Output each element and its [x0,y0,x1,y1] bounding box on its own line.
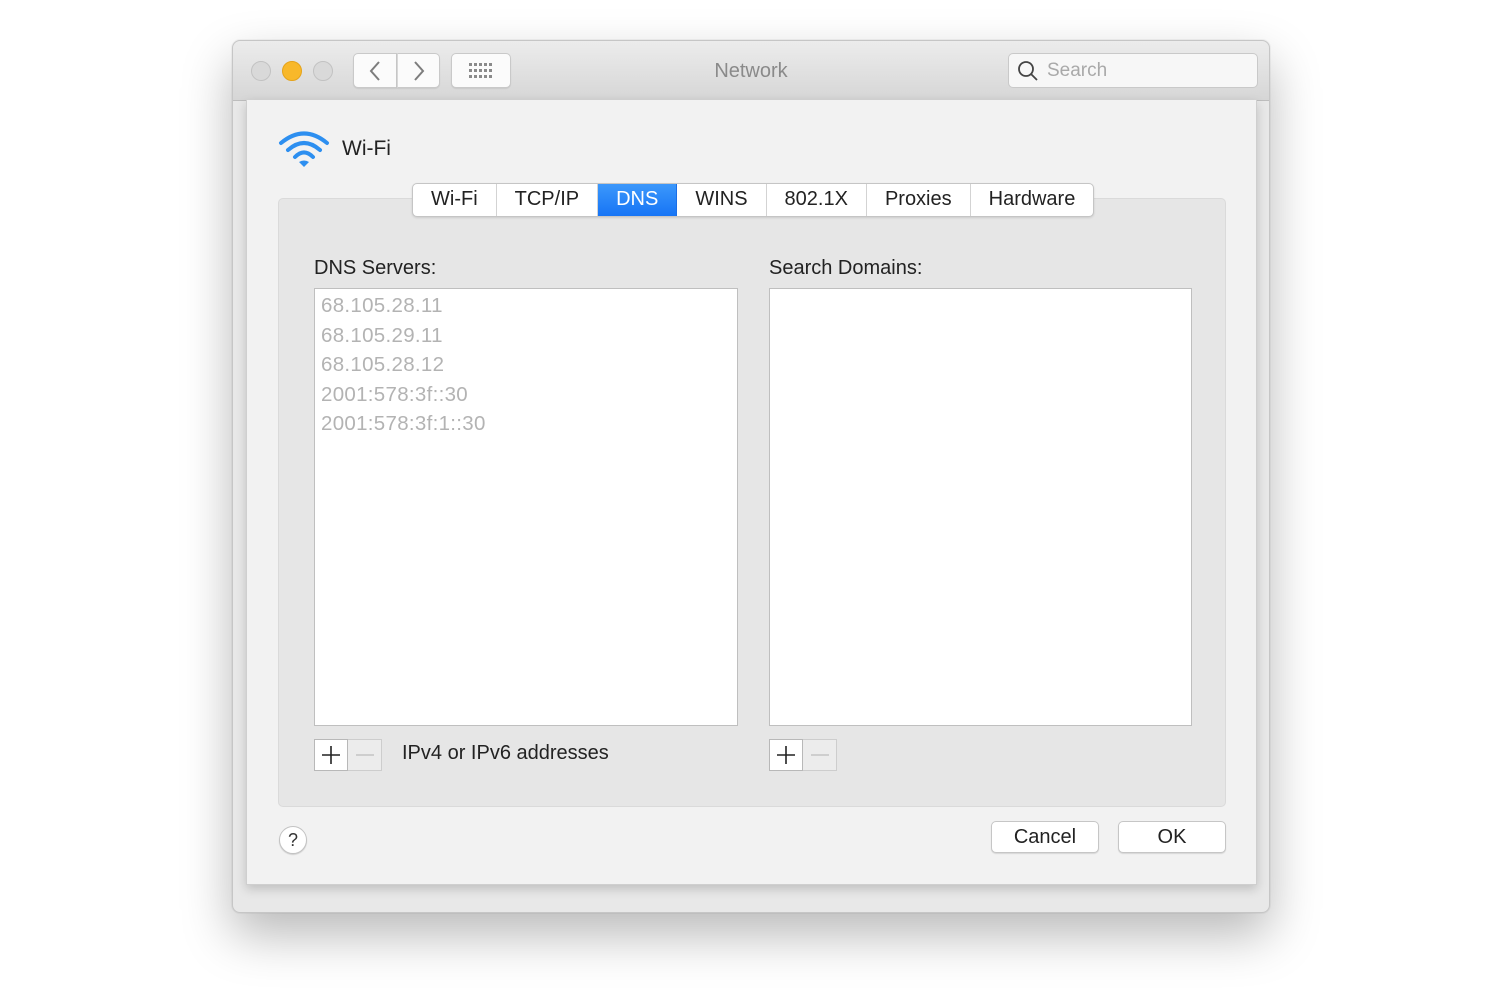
help-icon: ? [287,829,298,850]
plus-icon [322,746,340,764]
list-item[interactable]: 68.105.28.11 [321,291,737,321]
help-button[interactable]: ? [279,826,307,854]
list-item[interactable]: 2001:578:3f:1::30 [321,409,737,439]
tab-bar: Wi-Fi TCP/IP DNS WINS 802.1X Proxies Har… [412,183,1095,217]
search-domains-add-remove [769,739,837,771]
list-item[interactable]: 2001:578:3f::30 [321,380,737,410]
list-item[interactable]: 68.105.29.11 [321,321,737,351]
list-item[interactable]: 68.105.28.12 [321,350,737,380]
remove-dns-server-button[interactable] [348,739,382,771]
network-window: Network Wi-Fi Wi-Fi TCP/IP DNS WINS 802.… [232,40,1270,913]
search-icon [1017,60,1039,82]
title-bar: Network [233,41,1269,101]
dns-settings-sheet: Wi-Fi Wi-Fi TCP/IP DNS WINS 802.1X Proxi… [246,100,1257,885]
dns-servers-label: DNS Servers: [314,257,437,279]
minus-icon [355,754,374,756]
add-search-domain-button[interactable] [769,739,803,771]
tab-wifi[interactable]: Wi-Fi [413,184,497,216]
interface-header: Wi-Fi [278,130,391,168]
tab-proxies[interactable]: Proxies [867,184,971,216]
cancel-button[interactable]: Cancel [991,821,1099,853]
add-dns-server-button[interactable] [314,739,348,771]
tab-hardware[interactable]: Hardware [971,184,1094,216]
dns-servers-list[interactable]: 68.105.28.11 68.105.29.11 68.105.28.12 2… [314,288,738,726]
tab-wins[interactable]: WINS [677,184,767,216]
tab-8021x[interactable]: 802.1X [767,184,867,216]
search-field[interactable] [1008,53,1258,88]
wifi-icon [279,131,329,167]
plus-icon [777,746,795,764]
interface-name: Wi-Fi [342,137,391,160]
minus-icon [810,754,829,756]
tab-tcpip[interactable]: TCP/IP [497,184,599,216]
search-domains-label: Search Domains: [769,257,923,279]
remove-search-domain-button[interactable] [803,739,837,771]
ok-button[interactable]: OK [1118,821,1226,853]
dns-servers-hint: IPv4 or IPv6 addresses [402,742,609,764]
tab-dns[interactable]: DNS [598,184,678,216]
search-domains-list[interactable] [769,288,1192,726]
dns-servers-add-remove [314,739,382,771]
search-input[interactable] [1045,58,1249,83]
